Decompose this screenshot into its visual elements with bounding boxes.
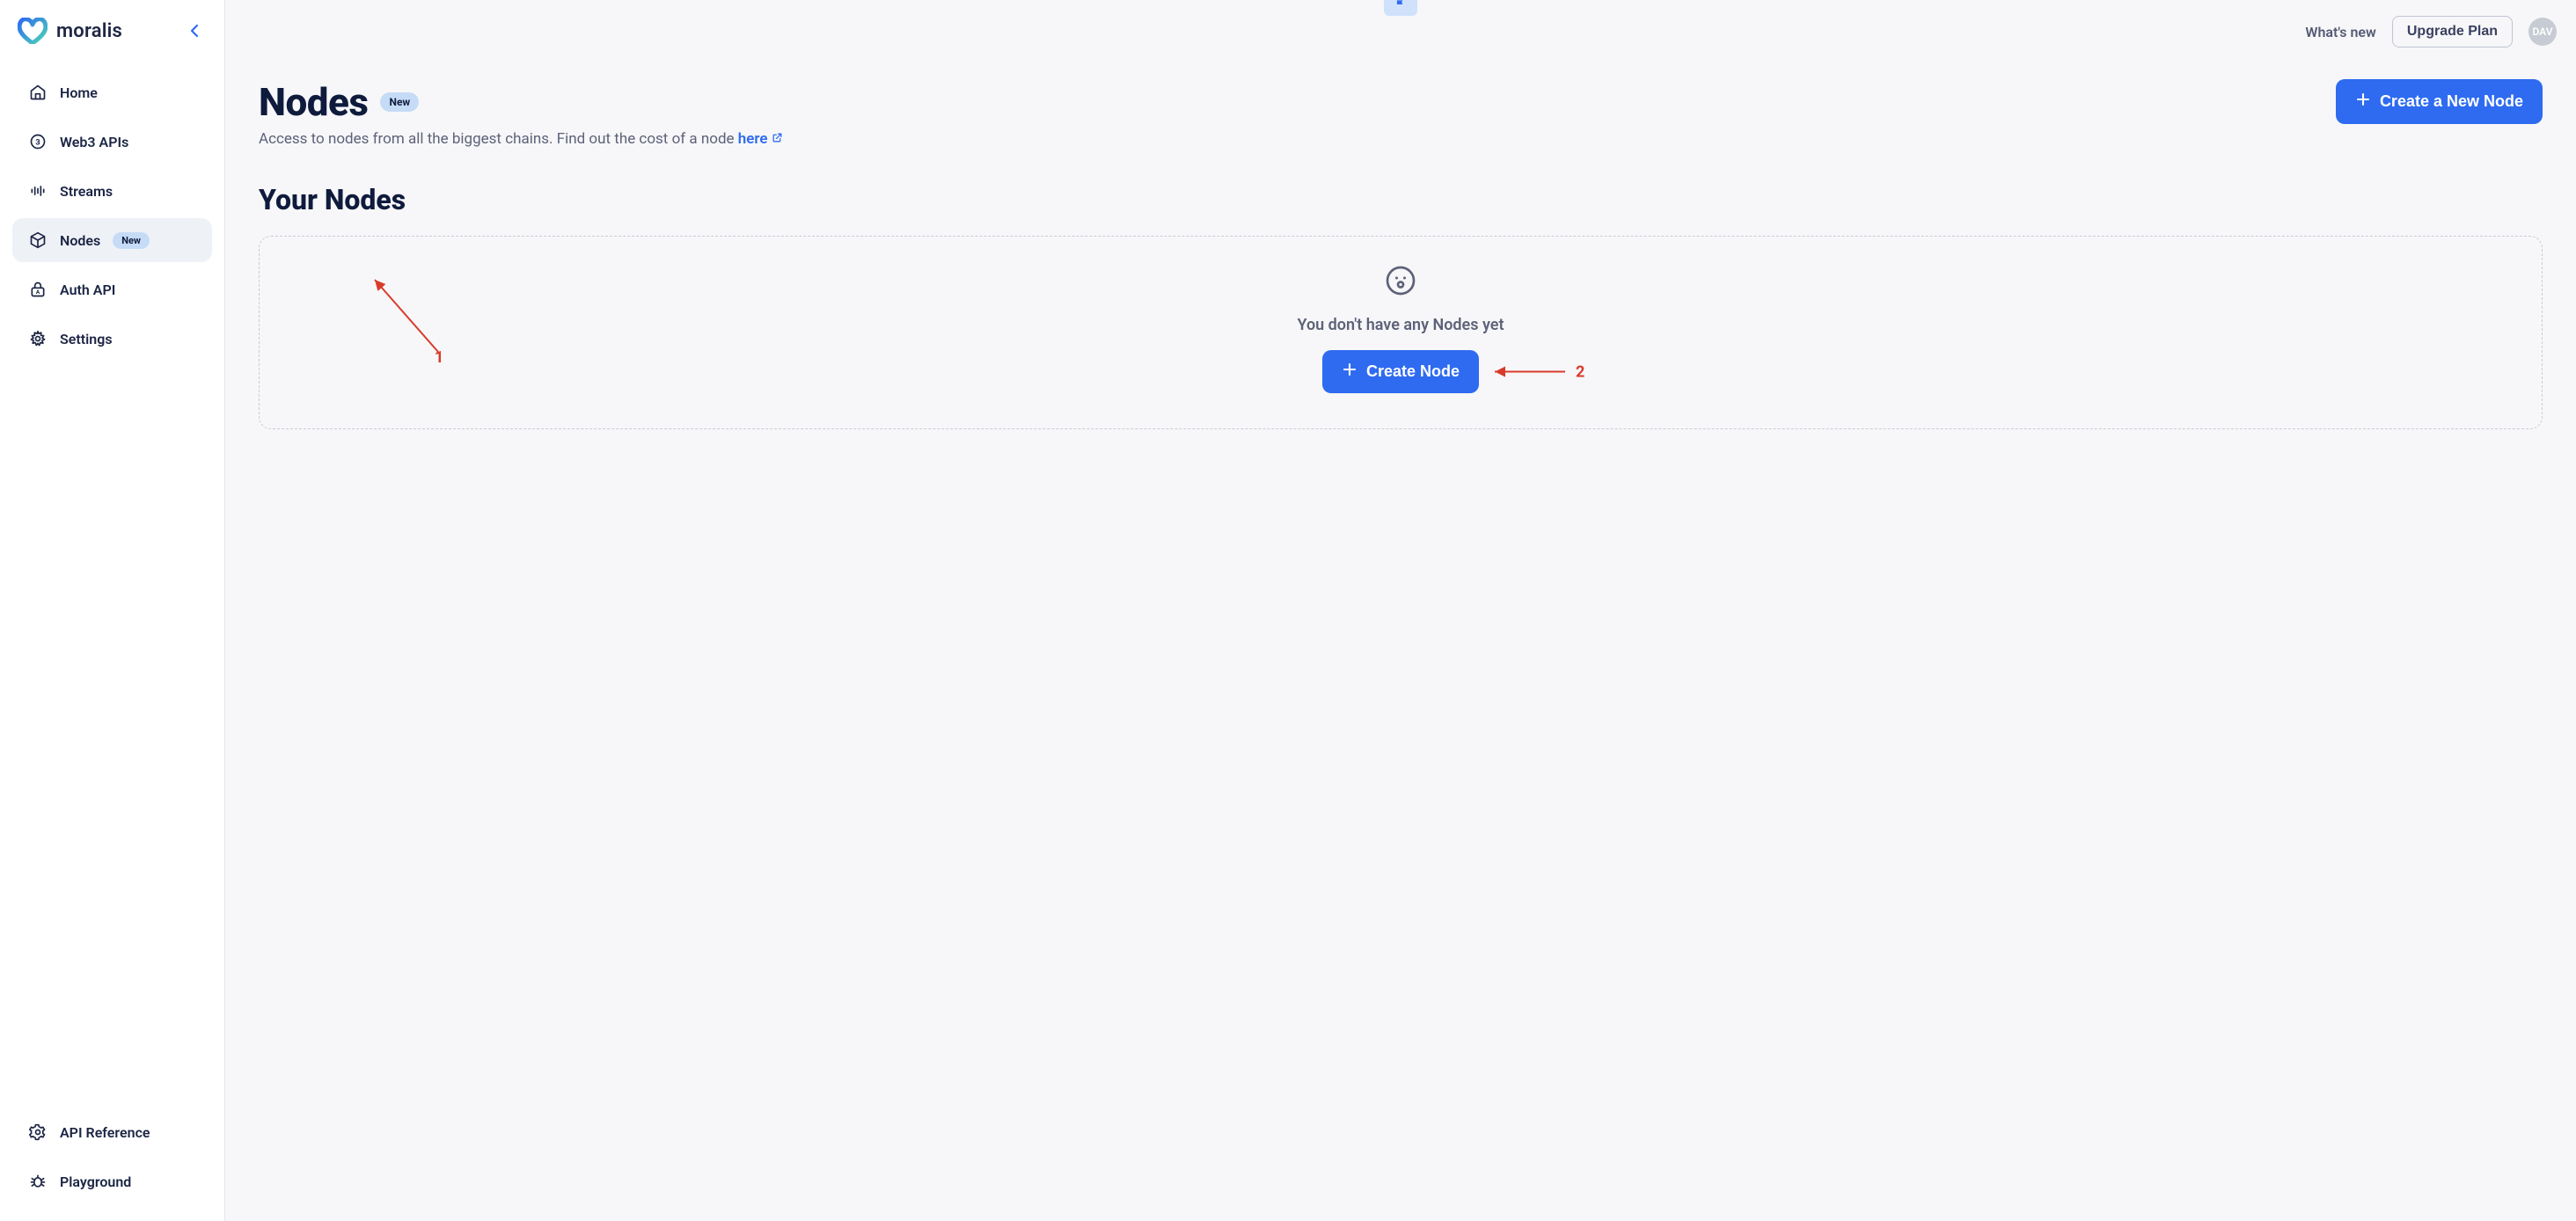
page-subtitle: Access to nodes from all the biggest cha…: [259, 130, 783, 148]
sidebar: moralis Home 3 Web3 APIs Streams: [0, 0, 225, 1221]
sidebar-item-label: Nodes: [60, 232, 100, 249]
logo-text: moralis: [56, 20, 122, 42]
sidebar-item-label: Auth API: [60, 281, 115, 298]
sidebar-header: moralis: [0, 0, 224, 62]
sidebar-item-auth-api[interactable]: A Auth API: [12, 267, 212, 311]
create-new-node-button[interactable]: Create a New Node: [2336, 79, 2543, 124]
home-icon: [28, 83, 48, 102]
web3-icon: 3: [28, 132, 48, 151]
create-new-node-label: Create a New Node: [2380, 92, 2523, 111]
plus-icon: [1342, 362, 1358, 382]
svg-text:3: 3: [35, 138, 40, 147]
pricing-link[interactable]: here: [738, 130, 783, 148]
sidebar-item-nodes[interactable]: Nodes New: [12, 218, 212, 262]
sidebar-item-streams[interactable]: Streams: [12, 169, 212, 213]
page-content: Nodes New Access to nodes from all the b…: [225, 0, 2576, 464]
pricing-link-text: here: [738, 130, 768, 148]
logo[interactable]: moralis: [18, 18, 122, 44]
sidebar-item-playground[interactable]: Playground: [12, 1159, 212, 1203]
title-row: Nodes New: [259, 79, 783, 125]
whats-new-link[interactable]: What's new: [2305, 24, 2375, 40]
logo-mark-icon: [18, 18, 48, 44]
new-badge: New: [113, 232, 150, 249]
topbar: What's new Upgrade Plan DAV: [225, 0, 2576, 48]
sidebar-item-label: Playground: [60, 1173, 131, 1190]
section-title: Your Nodes: [259, 183, 2543, 216]
lock-icon: A: [28, 280, 48, 299]
surprised-face-icon: [1385, 265, 1416, 300]
gear-ref-icon: [28, 1122, 48, 1142]
sidebar-collapse-button[interactable]: [182, 18, 207, 43]
main-area: What's new Upgrade Plan DAV 1 Nodes New …: [225, 0, 2576, 1221]
empty-state-text: You don't have any Nodes yet: [1297, 316, 1504, 334]
external-link-icon: [772, 130, 783, 148]
sidebar-item-label: Home: [60, 84, 98, 101]
empty-state-card: You don't have any Nodes yet Create Node…: [259, 236, 2543, 429]
annotation-arrow-2: 2: [1489, 362, 1584, 381]
sidebar-bottom-nav: API Reference Playground: [0, 1110, 224, 1221]
create-node-wrap: Create Node 2: [1322, 350, 1479, 393]
sidebar-item-label: Settings: [60, 331, 113, 347]
cube-icon: [28, 230, 48, 250]
gear-icon: [28, 329, 48, 348]
sidebar-nav: Home 3 Web3 APIs Streams Nodes New A Aut: [0, 62, 224, 1110]
sidebar-item-label: Streams: [60, 183, 113, 200]
page-title: Nodes: [259, 79, 368, 125]
streams-icon: [28, 181, 48, 201]
avatar[interactable]: DAV: [2528, 18, 2557, 46]
create-node-label: Create Node: [1366, 362, 1460, 381]
bug-icon: [28, 1172, 48, 1191]
svg-text:A: A: [36, 289, 40, 296]
create-node-button[interactable]: Create Node: [1322, 350, 1479, 393]
subtitle-text: Access to nodes from all the biggest cha…: [259, 130, 738, 148]
annotation-number-2: 2: [1576, 362, 1584, 381]
page-title-block: Nodes New Access to nodes from all the b…: [259, 79, 783, 148]
title-new-badge: New: [380, 92, 419, 112]
page-header: Nodes New Access to nodes from all the b…: [259, 79, 2543, 148]
sidebar-item-settings[interactable]: Settings: [12, 317, 212, 361]
upgrade-plan-button[interactable]: Upgrade Plan: [2392, 16, 2513, 48]
sidebar-item-api-reference[interactable]: API Reference: [12, 1110, 212, 1154]
plus-icon: [2355, 91, 2371, 112]
sidebar-item-web3-apis[interactable]: 3 Web3 APIs: [12, 120, 212, 164]
sidebar-item-label: API Reference: [60, 1124, 150, 1141]
sidebar-item-label: Web3 APIs: [60, 134, 128, 150]
sidebar-item-home[interactable]: Home: [12, 70, 212, 114]
